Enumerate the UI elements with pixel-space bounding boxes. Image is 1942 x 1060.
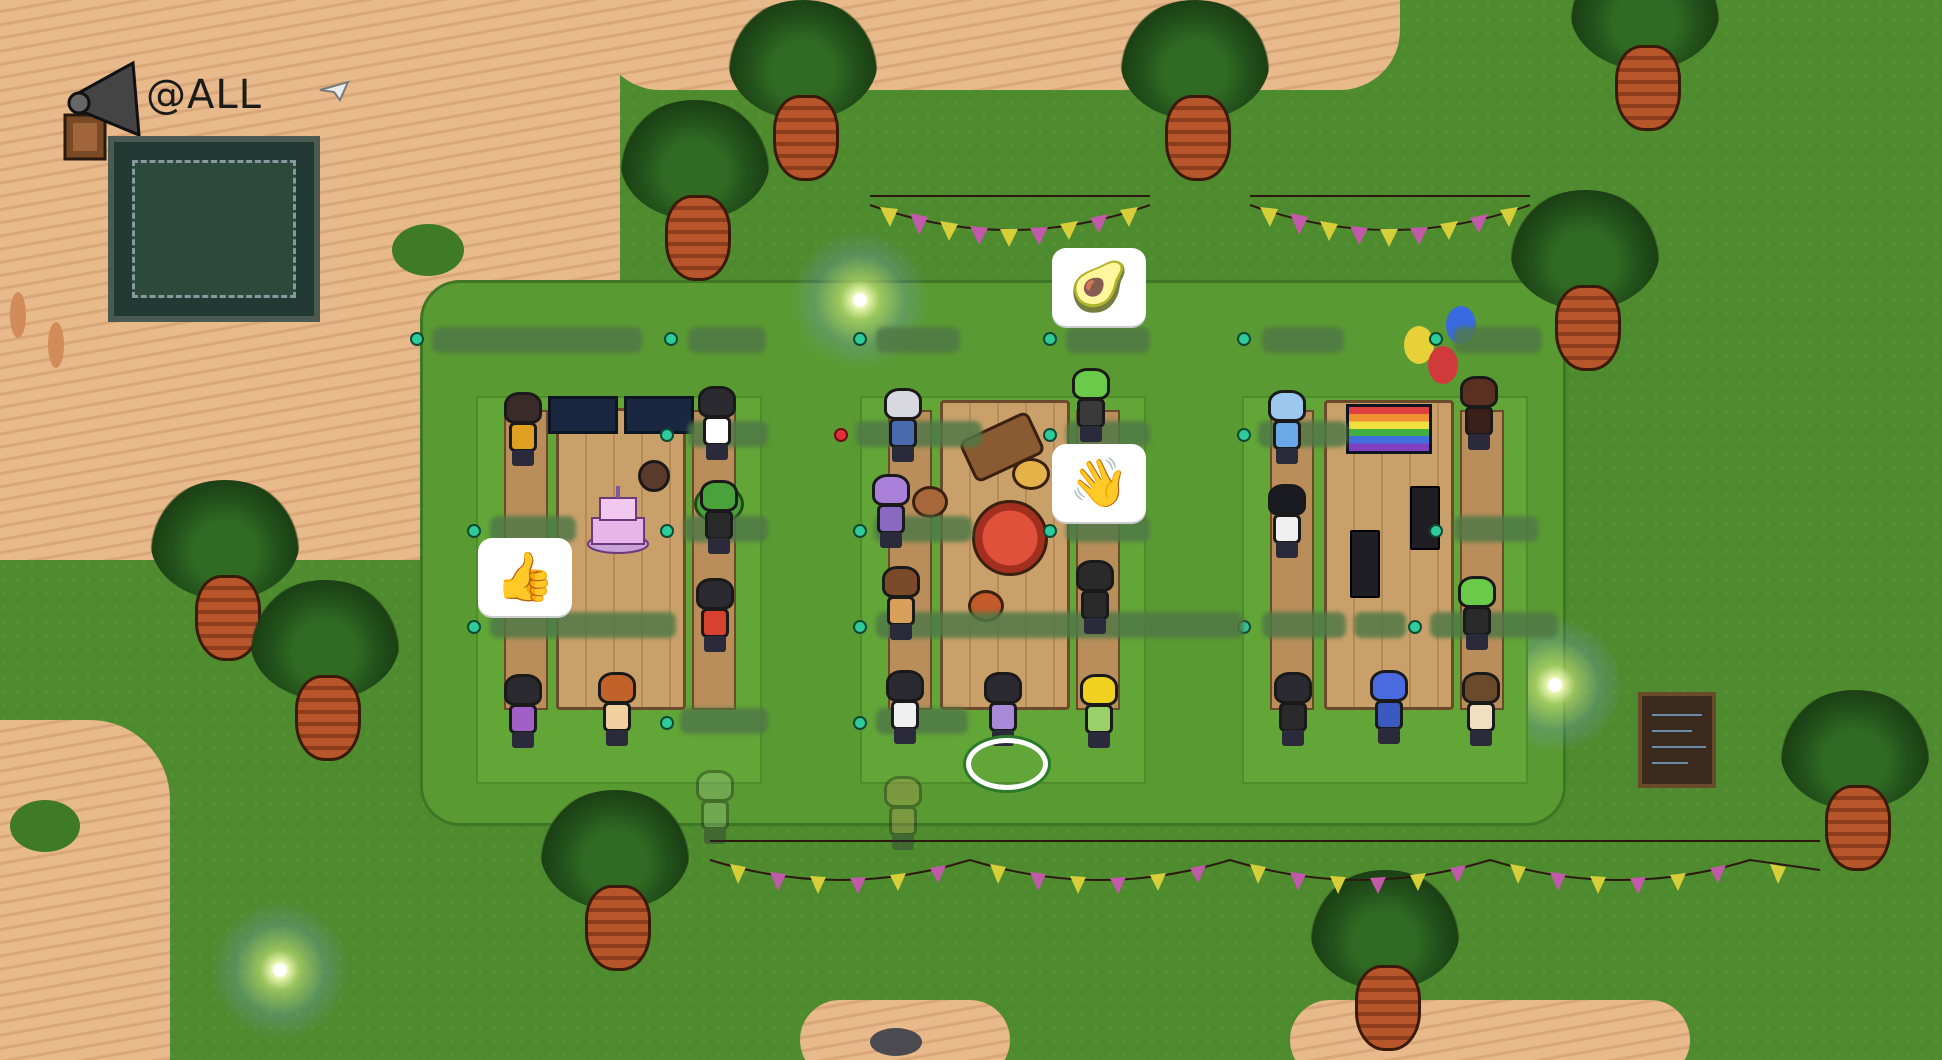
chalkboard-sign[interactable]: [1638, 692, 1716, 788]
thumbs-up-icon: 👍: [478, 538, 572, 616]
seat-spot[interactable]: [410, 332, 424, 346]
player-avatar-ghost: [692, 770, 738, 846]
player-avatar-ghost: [880, 776, 926, 852]
firework-sparkle: [210, 900, 350, 1040]
player-avatar[interactable]: [694, 386, 740, 462]
seat-spot[interactable]: [853, 524, 867, 538]
player-avatar[interactable]: [1072, 560, 1118, 636]
seat-spot[interactable]: [1408, 620, 1422, 634]
seat-spot[interactable]: [1043, 428, 1057, 442]
player-avatar[interactable]: [882, 670, 928, 746]
seat-spot[interactable]: [1429, 524, 1443, 538]
player-nametag: [1454, 516, 1538, 542]
server-rack: [1410, 486, 1440, 550]
seat-spot[interactable]: [660, 524, 674, 538]
player-avatar[interactable]: [1264, 484, 1310, 560]
palm-tree: [1560, 0, 1730, 140]
party-bunting: [1249, 195, 1531, 255]
palm-tree: [530, 790, 700, 980]
shrub: [10, 800, 80, 852]
seat-spot[interactable]: [1043, 524, 1057, 538]
player-nametag: [432, 327, 642, 353]
player-avatar[interactable]: [1366, 670, 1412, 746]
computer-monitor: [548, 396, 618, 434]
bench: [1460, 410, 1504, 710]
computer-monitor-rainbow: [1346, 404, 1432, 454]
player-avatar[interactable]: [1458, 672, 1504, 748]
seat-spot[interactable]: [660, 716, 674, 730]
seat-spot[interactable]: [660, 428, 674, 442]
player-avatar[interactable]: [500, 392, 546, 468]
birthday-cake-icon: [587, 486, 649, 554]
shrub: [392, 224, 464, 276]
picnic-table: [556, 408, 686, 710]
player-nametag: [876, 327, 960, 353]
seat-spot[interactable]: [467, 524, 481, 538]
palm-tree: [610, 100, 780, 290]
rock: [870, 1028, 922, 1056]
seat-spot[interactable]: [1237, 428, 1251, 442]
footprints: [48, 322, 64, 368]
player-nametag: [1262, 327, 1344, 353]
player-avatar-self[interactable]: [980, 672, 1026, 748]
seat-spot[interactable]: [664, 332, 678, 346]
decorative-rug: [108, 136, 320, 322]
seat-spot[interactable]: [853, 716, 867, 730]
player-nametag: [1354, 612, 1406, 638]
footprints: [10, 292, 26, 338]
announcement-label[interactable]: @ALL: [146, 72, 262, 118]
seat-spot[interactable]: [467, 620, 481, 634]
cursor-arrow-icon: [319, 80, 350, 102]
player-nametag: [680, 708, 768, 734]
player-nametag: [1066, 327, 1150, 353]
player-nametag: [876, 612, 1244, 638]
beach-sand-left: [0, 720, 170, 1060]
seat-spot-occupied[interactable]: [834, 428, 848, 442]
seat-spot[interactable]: [853, 332, 867, 346]
player-avatar[interactable]: [868, 474, 914, 550]
player-avatar[interactable]: [500, 674, 546, 750]
coffee-cup: [638, 460, 670, 492]
soup-bowl: [1012, 458, 1050, 490]
server-rack: [1350, 530, 1380, 598]
player-avatar[interactable]: [1456, 376, 1502, 452]
player-avatar[interactable]: [696, 480, 742, 556]
player-avatar[interactable]: [1454, 576, 1500, 652]
pie: [912, 486, 948, 518]
game-map[interactable]: @ALL 🥑 👋 👍: [0, 0, 1942, 1060]
waving-hand-icon: 👋: [1052, 444, 1146, 522]
seat-spot[interactable]: [853, 620, 867, 634]
balloon: [1428, 346, 1458, 384]
party-bunting: [709, 840, 1821, 900]
seat-spot[interactable]: [1043, 332, 1057, 346]
player-nametag: [688, 327, 766, 353]
palm-tree: [240, 580, 410, 770]
player-avatar[interactable]: [594, 672, 640, 748]
player-avatar[interactable]: [1270, 672, 1316, 748]
seat-spot[interactable]: [1237, 332, 1251, 346]
player-avatar[interactable]: [1076, 674, 1122, 750]
self-selection-ring: [966, 738, 1048, 790]
player-avatar[interactable]: [692, 578, 738, 654]
player-avatar[interactable]: [1264, 390, 1310, 466]
tomato-basket: [972, 500, 1048, 576]
computer-monitor: [624, 396, 694, 434]
player-nametag: [1262, 612, 1346, 638]
player-avatar[interactable]: [878, 566, 924, 642]
palm-tree: [1110, 0, 1280, 190]
player-avatar[interactable]: [880, 388, 926, 464]
player-nametag: [1454, 327, 1542, 353]
avocado-icon: 🥑: [1052, 248, 1146, 326]
seat-spot[interactable]: [1429, 332, 1443, 346]
player-avatar[interactable]: [1068, 368, 1114, 444]
